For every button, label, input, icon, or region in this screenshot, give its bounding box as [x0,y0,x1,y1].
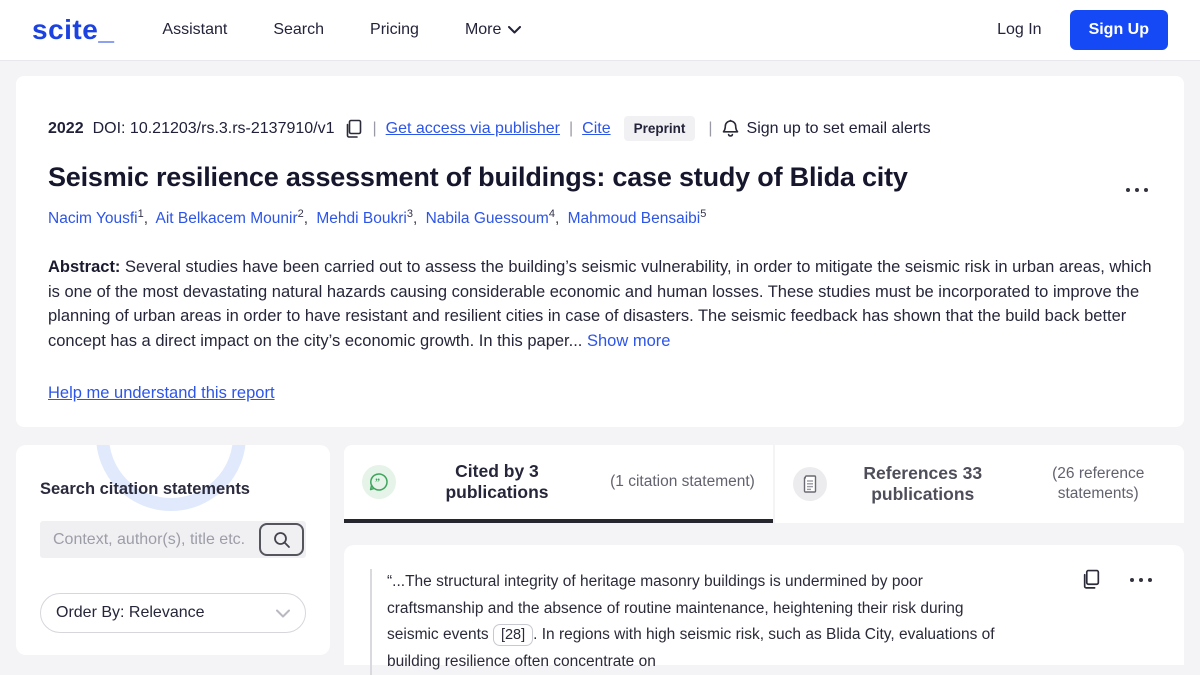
svg-text:”: ” [375,478,380,489]
search-icon [273,531,290,548]
author-separator: , [554,210,560,228]
paper-more-options-icon[interactable] [1126,188,1148,192]
citation-more-options-icon[interactable] [1130,577,1152,582]
copy-doi-icon[interactable] [344,119,364,139]
citation-actions [1081,569,1152,590]
show-more-link[interactable]: Show more [587,332,670,350]
meta-separator: | [568,119,574,137]
order-by-dropdown[interactable]: Order By: Relevance [40,593,306,633]
nav-item-pricing[interactable]: Pricing [370,21,419,39]
nav-item-more[interactable]: More [464,21,522,39]
nav-item-search[interactable]: Search [273,21,324,39]
abstract-paragraph: Abstract: Several studies have been carr… [48,255,1152,353]
author-affiliation-sup: 5 [700,208,707,220]
abstract-label: Abstract: [48,258,121,277]
citations-references-tabs: ” Cited by 3 publications (1 citation st… [344,445,1184,523]
tab-cited-by[interactable]: ” Cited by 3 publications (1 citation st… [344,445,773,523]
meta-separator: | [708,119,713,137]
log-in-link[interactable]: Log In [997,21,1041,39]
paper-summary-card: 2022 DOI: 10.21203/rs.3.rs-2137910/v1 | … [16,76,1184,427]
citation-statement-text: “...The structural integrity of heritage… [370,569,1015,675]
get-access-link[interactable]: Get access via publisher [386,120,560,138]
author-separator: , [412,210,418,228]
author-link[interactable]: Nacim Yousfi [48,210,138,227]
doi-text: DOI: 10.21203/rs.3.rs-2137910/v1 [92,119,335,137]
tab-references-note: (26 reference statements) [1052,465,1145,502]
help-understand-link[interactable]: Help me understand this report [48,384,275,403]
author-link[interactable]: Mahmoud Bensaibi [568,210,701,227]
meta-separator: | [372,119,377,137]
cite-link[interactable]: Cite [582,120,610,138]
order-by-value: Order By: Relevance [56,604,205,621]
publication-year: 2022 [48,119,84,137]
authors-row: Nacim Yousfi1, Ait Belkacem Mounir2, Meh… [48,208,1152,228]
top-navbar: scite_ Assistant Search Pricing More Log… [0,0,1200,61]
chevron-down-icon [508,26,522,34]
scite-logo[interactable]: scite_ [32,14,114,46]
author-separator: , [143,210,149,228]
tab-references[interactable]: References 33 publications (26 reference… [775,445,1184,523]
citation-search-panel: Search citation statements Order By: Rel… [16,445,330,655]
citation-search-heading: Search citation statements [40,480,250,498]
email-alerts-action[interactable]: Sign up to set email alerts [722,119,931,139]
nav-more-label: More [464,21,502,38]
citation-search-button[interactable] [259,523,304,556]
tab-cited-note: (1 citation statement) [610,473,755,490]
decorative-arc [96,445,246,511]
citation-search-input[interactable] [40,530,259,549]
chevron-down-icon [276,609,290,617]
copy-citation-icon[interactable] [1081,569,1102,590]
author-affiliation-sup: 1 [137,208,144,220]
navbar-right: Log In Sign Up [997,10,1168,50]
citation-statement-card: “...The structural integrity of heritage… [344,545,1184,675]
author-separator: , [303,210,309,228]
paper-title: Seismic resilience assessment of buildin… [48,162,908,192]
document-icon [793,467,827,501]
author-affiliation-sup: 2 [297,208,304,220]
citation-search-row [40,521,306,558]
tab-cited-label: Cited by 3 publications [445,461,549,502]
paper-meta-row: 2022 DOI: 10.21203/rs.3.rs-2137910/v1 | … [48,116,1152,141]
author-link[interactable]: Ait Belkacem Mounir [156,210,298,227]
quote-bubble-icon: ” [362,465,396,499]
sign-up-button[interactable]: Sign Up [1069,10,1168,50]
author-link[interactable]: Nabila Guessoum [426,210,549,227]
reference-chip[interactable]: [28] [492,624,534,646]
email-alerts-label: Sign up to set email alerts [746,119,931,137]
author-link[interactable]: Mehdi Boukri [316,210,406,227]
preprint-badge: Preprint [623,116,696,141]
nav-item-assistant[interactable]: Assistant [162,21,227,39]
tab-references-label: References 33 publications [863,463,983,504]
bell-icon [722,119,738,137]
